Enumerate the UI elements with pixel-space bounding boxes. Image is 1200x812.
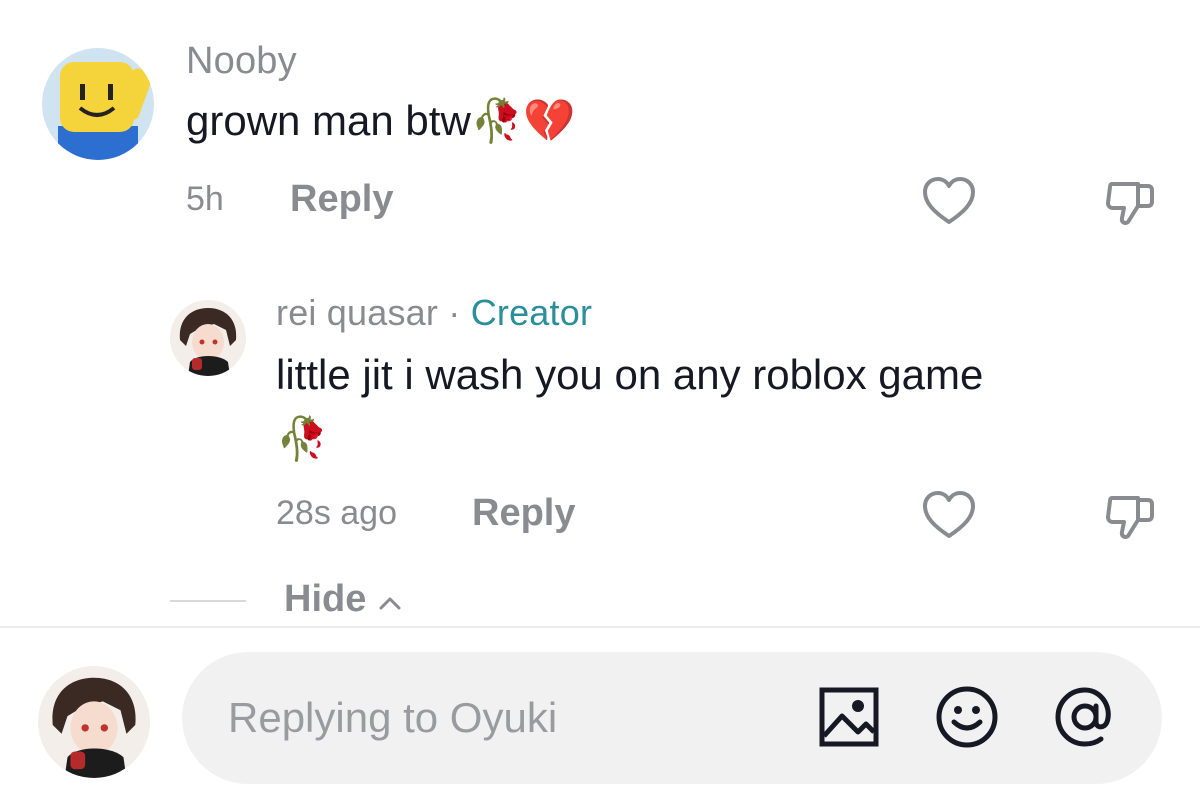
dislike-button[interactable]	[1104, 178, 1158, 228]
composer-avatar	[38, 666, 150, 778]
hide-label: Hide	[284, 578, 367, 620]
reply-button[interactable]: Reply	[472, 492, 575, 535]
heart-icon	[922, 490, 976, 540]
comment-text: grown man btw🥀💔	[186, 92, 575, 150]
avatar-rei-quasar[interactable]	[170, 300, 246, 376]
reply-button[interactable]: Reply	[290, 178, 393, 221]
comment-emoji: 🥀	[276, 415, 329, 462]
comment-timestamp: 5h	[186, 180, 224, 218]
comment-username[interactable]: rei quasar	[276, 292, 438, 333]
comment-text: little jit i wash you on any roblox game…	[276, 346, 1136, 468]
image-icon	[818, 686, 880, 748]
dislike-button[interactable]	[1104, 492, 1158, 542]
hide-replies-button[interactable]: Hide	[284, 578, 402, 621]
at-icon	[1052, 684, 1118, 750]
reply-composer	[182, 652, 1162, 784]
avatar-nooby[interactable]	[42, 48, 154, 160]
thumbs-down-icon	[1104, 178, 1158, 228]
separator-dot: ·	[448, 292, 461, 333]
comment-username[interactable]: Nooby	[186, 40, 297, 83]
like-button[interactable]	[922, 490, 976, 540]
creator-badge: Creator	[470, 292, 593, 333]
comment-body: grown man btw	[186, 97, 471, 144]
mention-button[interactable]	[1052, 684, 1118, 750]
like-button[interactable]	[922, 176, 976, 226]
image-button[interactable]	[818, 686, 880, 748]
comment-timestamp: 28s ago	[276, 494, 397, 532]
comment-emoji: 🥀💔	[470, 97, 576, 144]
reply-username-line: rei quasar · Creator	[276, 292, 592, 334]
smiley-icon	[934, 684, 1000, 750]
reply-input[interactable]	[228, 682, 788, 754]
composer-divider	[0, 626, 1200, 628]
thumbs-down-icon	[1104, 492, 1158, 542]
chevron-up-icon	[378, 578, 402, 621]
comment-body: little jit i wash you on any roblox game	[276, 351, 984, 398]
thread-line	[170, 600, 246, 602]
heart-icon	[922, 176, 976, 226]
emoji-button[interactable]	[934, 684, 1000, 750]
